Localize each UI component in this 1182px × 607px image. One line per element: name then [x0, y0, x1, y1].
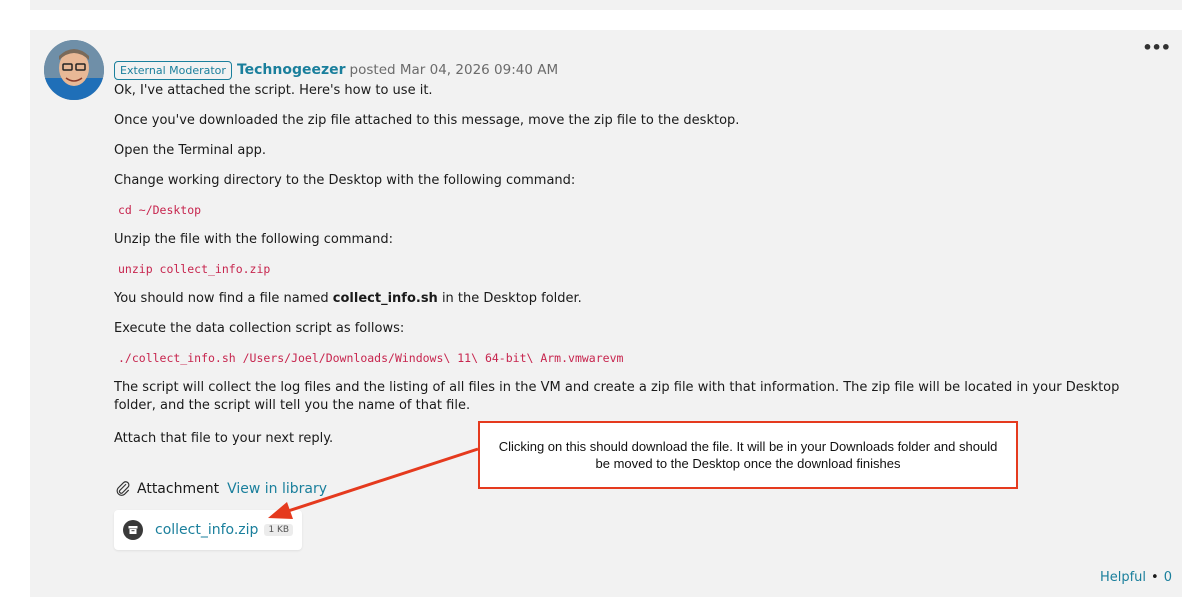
- helpful-counter[interactable]: Helpful • 0: [1100, 570, 1172, 585]
- attachment-label: Attachment: [137, 481, 220, 497]
- paragraph: Once you've downloaded the zip file atta…: [114, 113, 740, 128]
- helpful-count: 0: [1163, 570, 1172, 585]
- author-avatar[interactable]: [44, 40, 104, 100]
- avatar-image: [44, 40, 104, 100]
- separator-dot: •: [1151, 570, 1159, 585]
- paragraph: You should now find a file named collect…: [114, 290, 582, 308]
- attachment-file-chip[interactable]: collect_info.zip 1 KB: [114, 510, 302, 550]
- previous-post-card: [30, 0, 1182, 10]
- paragraph: Unzip the file with the following comman…: [114, 232, 393, 247]
- archive-icon: [123, 520, 143, 540]
- paperclip-icon: [116, 481, 130, 496]
- role-badge: External Moderator: [114, 60, 232, 80]
- post-card: ••• External Moderator Technogeezer post…: [30, 30, 1182, 597]
- post-timestamp: posted Mar 04, 2026 09:40 AM: [349, 62, 559, 78]
- more-options-button[interactable]: •••: [1142, 40, 1171, 56]
- attachment-header: Attachment View in library: [114, 480, 327, 498]
- paragraph: The script will collect the log files an…: [114, 380, 1120, 413]
- author-name-link[interactable]: Technogeezer: [237, 62, 346, 78]
- paragraph-text: in the Desktop folder.: [437, 291, 582, 306]
- paragraph: Open the Terminal app.: [114, 143, 266, 158]
- attachment-file-size: 1 KB: [264, 524, 294, 536]
- paragraph: Execute the data collection script as fo…: [114, 321, 405, 336]
- paragraph-text: You should now find a file named: [114, 291, 333, 306]
- bold-filename: collect_info.sh: [332, 291, 438, 306]
- paragraph: Attach that file to your next reply.: [114, 431, 334, 446]
- view-in-library-link[interactable]: View in library: [227, 481, 327, 497]
- annotation-callout: Clicking on this should download the fil…: [478, 421, 1018, 489]
- code-snippet: cd ~/Desktop: [118, 203, 202, 217]
- code-snippet: unzip collect_info.zip: [118, 262, 271, 276]
- paragraph: Ok, I've attached the script. Here's how…: [114, 83, 433, 98]
- code-snippet: ./collect_info.sh /Users/Joel/Downloads/…: [118, 351, 624, 365]
- paragraph: Change working directory to the Desktop …: [114, 173, 576, 188]
- post-meta: External Moderator Technogeezer posted M…: [114, 60, 558, 80]
- attachment-file-name[interactable]: collect_info.zip: [155, 522, 258, 538]
- helpful-label[interactable]: Helpful: [1100, 570, 1146, 585]
